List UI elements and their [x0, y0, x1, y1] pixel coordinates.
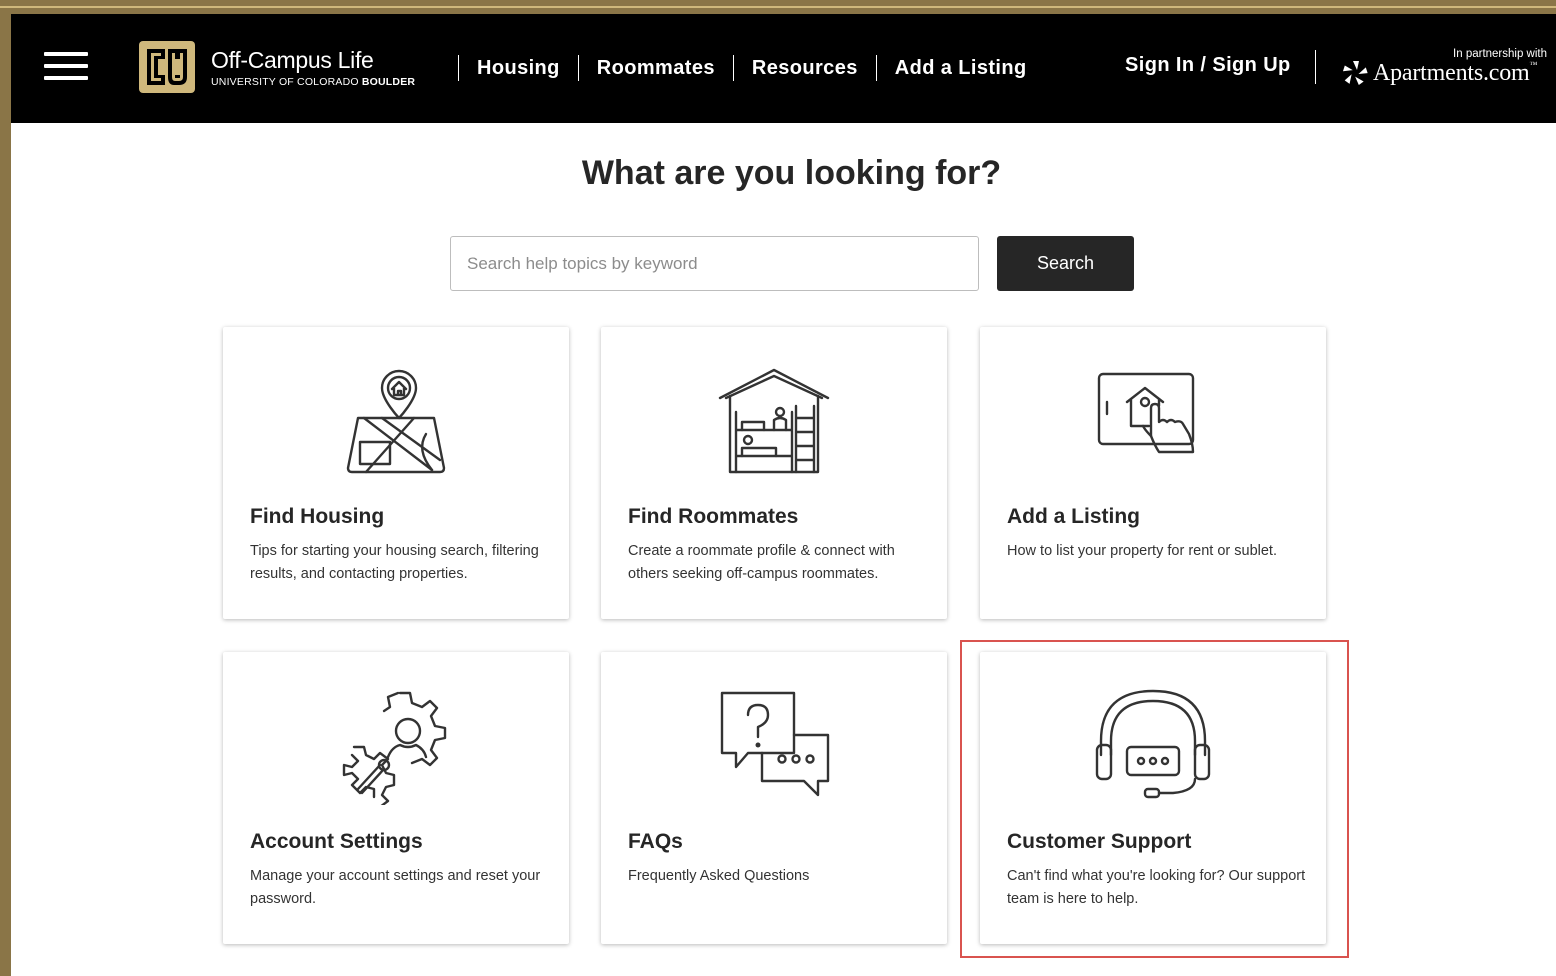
site-title: Off-Campus Life: [211, 46, 374, 73]
card-description: Manage your account settings and reset y…: [250, 868, 541, 907]
card-title: Find Housing: [250, 505, 385, 528]
page-title: What are you looking for?: [581, 154, 1002, 192]
card-title: Find Roommates: [628, 505, 799, 528]
gear-user-wrench-icon: [342, 691, 447, 805]
nav-roommates[interactable]: Roommates: [579, 57, 733, 80]
card-find-housing[interactable]: Find Housing Tips for starting your hous…: [223, 327, 569, 619]
card-add-listing[interactable]: Add a Listing How to list your property …: [980, 327, 1326, 619]
tablet-house-hand-icon: [1097, 372, 1195, 454]
card-description: Can't find what you're looking for? Our …: [1007, 868, 1306, 907]
header-divider: [1315, 50, 1316, 84]
search-input[interactable]: [450, 236, 979, 291]
map-pin-house-icon: [346, 369, 446, 474]
site-header: Off-Campus Life UNIVERSITY OF COLORADO B…: [11, 14, 1556, 123]
apartments-logo-icon: [1342, 61, 1368, 86]
question-chat-bubbles-icon: [720, 691, 830, 797]
site-subtitle: UNIVERSITY OF COLORADO BOULDER: [211, 75, 416, 88]
card-title: Account Settings: [250, 830, 423, 853]
headset-icon: [1095, 689, 1211, 799]
card-faqs[interactable]: FAQs Frequently Asked Questions: [601, 652, 947, 944]
page: Off-Campus Life UNIVERSITY OF COLORADO B…: [11, 14, 1556, 976]
card-description: Tips for starting your housing search, f…: [250, 543, 539, 582]
nav-resources[interactable]: Resources: [734, 57, 876, 80]
hamburger-menu-icon[interactable]: [44, 52, 88, 84]
search-button[interactable]: Search: [997, 236, 1134, 291]
card-title: Add a Listing: [1007, 505, 1140, 528]
card-customer-support[interactable]: Customer Support Can't find what you're …: [980, 652, 1326, 944]
card-find-roommates[interactable]: Find Roommates Create a roommate profile…: [601, 327, 947, 619]
cu-logo-icon: [139, 41, 195, 93]
card-description: How to list your property for rent or su…: [1007, 543, 1277, 559]
gold-accent-line: [0, 6, 1556, 8]
card-description: Frequently Asked Questions: [628, 868, 810, 884]
card-title: Customer Support: [1007, 830, 1192, 853]
partner-logo[interactable]: In partnership with Apartments.com™: [1341, 48, 1547, 88]
card-title: FAQs: [628, 830, 683, 853]
main-nav: Housing Roommates Resources Add a Listin…: [458, 54, 1045, 82]
site-logo[interactable]: Off-Campus Life UNIVERSITY OF COLORADO B…: [137, 36, 415, 98]
sign-in-link[interactable]: Sign In / Sign Up: [1125, 54, 1291, 77]
nav-housing[interactable]: Housing: [459, 57, 578, 80]
partner-name: Apartments.com™: [1373, 59, 1538, 86]
nav-add-listing[interactable]: Add a Listing: [877, 57, 1045, 80]
card-account-settings[interactable]: Account Settings Manage your account set…: [223, 652, 569, 944]
card-description: Create a roommate profile & connect with…: [628, 543, 895, 582]
bunk-bed-house-icon: [718, 368, 830, 474]
